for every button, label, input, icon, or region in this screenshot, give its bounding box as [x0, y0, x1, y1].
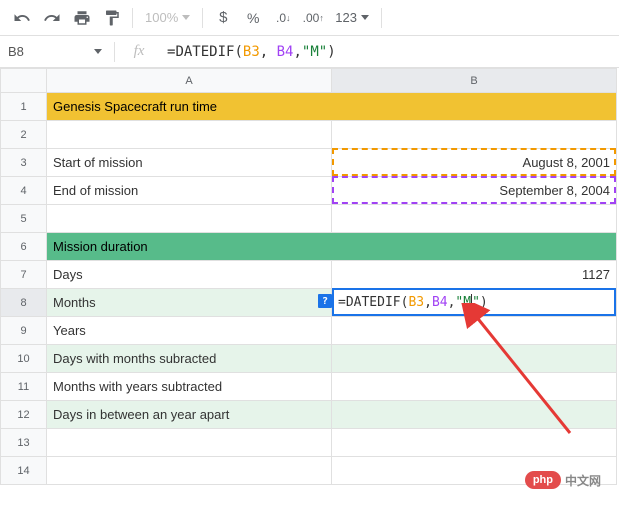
row-header-9[interactable]: 9 [1, 317, 47, 345]
row-header-8[interactable]: 8 [1, 289, 47, 317]
cell-a1[interactable]: Genesis Spacecraft run time [47, 93, 617, 121]
cell-b12[interactable] [332, 401, 617, 429]
cell-a13[interactable] [47, 429, 332, 457]
chevron-down-icon [182, 15, 190, 20]
currency-button[interactable]: $ [209, 4, 237, 32]
select-all-corner[interactable] [1, 69, 47, 93]
cell-b11[interactable] [332, 373, 617, 401]
decrease-decimal-button[interactable]: .0↓ [269, 4, 297, 32]
undo-button[interactable] [8, 4, 36, 32]
watermark-text: 中文网 [565, 472, 601, 489]
cell-b13[interactable] [332, 429, 617, 457]
percent-button[interactable]: % [239, 4, 267, 32]
cell-a8[interactable]: Months [47, 289, 332, 317]
spreadsheet-grid: A B 1Genesis Spacecraft run time23Start … [0, 68, 619, 485]
cell-a3[interactable]: Start of mission [47, 149, 332, 177]
cell-a6[interactable]: Mission duration [47, 233, 617, 261]
zoom-dropdown[interactable]: 100% [139, 10, 196, 25]
row-header-7[interactable]: 7 [1, 261, 47, 289]
watermark: php 中文网 [525, 471, 601, 489]
row-header-5[interactable]: 5 [1, 205, 47, 233]
cell-b7[interactable]: 1127 [332, 261, 617, 289]
toolbar-sep [132, 8, 133, 28]
row-header-4[interactable]: 4 [1, 177, 47, 205]
toolbar-sep [381, 8, 382, 28]
row-header-12[interactable]: 12 [1, 401, 47, 429]
cell-a5[interactable] [47, 205, 332, 233]
watermark-badge: php [525, 471, 561, 489]
grid-table: A B 1Genesis Spacecraft run time23Start … [0, 68, 617, 485]
toolbar-sep [202, 8, 203, 28]
cell-a4[interactable]: End of mission [47, 177, 332, 205]
cell-b4[interactable]: September 8, 2004 [332, 177, 617, 205]
col-header-a[interactable]: A [47, 69, 332, 93]
toolbar: 100% $ % .0↓ .00↑ 123 [0, 0, 619, 36]
row-header-13[interactable]: 13 [1, 429, 47, 457]
name-box[interactable]: B8 [0, 44, 110, 59]
active-cell-b8[interactable]: ? =DATEDIF(B3, B4,"M") [332, 288, 616, 316]
cell-b9[interactable] [332, 317, 617, 345]
cell-a14[interactable] [47, 457, 332, 485]
cell-a12[interactable]: Days in between an year apart [47, 401, 332, 429]
formula-input[interactable]: =DATEDIF(B3, B4,"M") [159, 44, 619, 60]
name-box-value: B8 [8, 44, 94, 59]
row-header-6[interactable]: 6 [1, 233, 47, 261]
increase-decimal-button[interactable]: .00↑ [299, 4, 327, 32]
row-header-3[interactable]: 3 [1, 149, 47, 177]
cell-a9[interactable]: Years [47, 317, 332, 345]
row-header-2[interactable]: 2 [1, 121, 47, 149]
paint-format-button[interactable] [98, 4, 126, 32]
zoom-value: 100% [145, 10, 178, 25]
number-format-dropdown[interactable]: 123 [329, 10, 375, 25]
redo-button[interactable] [38, 4, 66, 32]
cell-b10[interactable] [332, 345, 617, 373]
number-format-label: 123 [335, 10, 357, 25]
chevron-down-icon [94, 49, 102, 54]
row-header-1[interactable]: 1 [1, 93, 47, 121]
print-button[interactable] [68, 4, 96, 32]
cell-a2[interactable] [47, 121, 332, 149]
cell-b3[interactable]: August 8, 2001 [332, 149, 617, 177]
cell-a11[interactable]: Months with years subtracted [47, 373, 332, 401]
row-header-11[interactable]: 11 [1, 373, 47, 401]
fx-icon: fx [119, 43, 159, 60]
formula-bar-sep [114, 42, 115, 62]
cell-a10[interactable]: Days with months subracted [47, 345, 332, 373]
cell-b5[interactable] [332, 205, 617, 233]
chevron-down-icon [361, 15, 369, 20]
row-header-14[interactable]: 14 [1, 457, 47, 485]
cell-b2[interactable] [332, 121, 617, 149]
cell-a7[interactable]: Days [47, 261, 332, 289]
col-header-b[interactable]: B [332, 69, 617, 93]
formula-help-badge[interactable]: ? [318, 294, 332, 308]
row-header-10[interactable]: 10 [1, 345, 47, 373]
formula-bar: B8 fx =DATEDIF(B3, B4,"M") [0, 36, 619, 68]
